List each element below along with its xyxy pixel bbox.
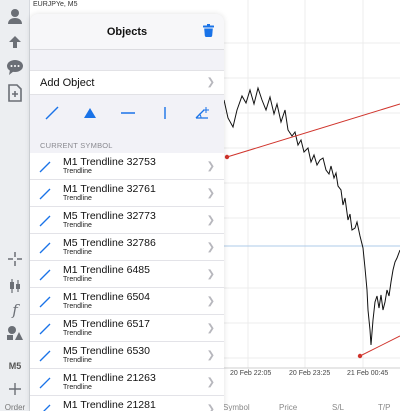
item-name: M1 Trendline 6485: [63, 264, 150, 276]
item-type: Trendline: [63, 330, 92, 337]
trendline-icon: [39, 350, 51, 362]
trade-icon[interactable]: [5, 32, 25, 52]
chevron-right-icon: ❯: [206, 188, 215, 199]
item-name: M1 Trendline 6504: [63, 291, 150, 303]
trendline-tool-icon[interactable]: [44, 105, 60, 121]
item-type: Trendline: [63, 249, 92, 256]
item-name: M5 Trendline 32773: [63, 210, 156, 222]
chat-icon[interactable]: [5, 57, 25, 77]
list-item[interactable]: M1 Trendline 6504 Trendline ❯: [30, 288, 224, 315]
order-label[interactable]: Order: [0, 403, 30, 411]
left-toolbar: f M5 Order: [0, 0, 30, 411]
column-header-price: Price: [279, 403, 298, 411]
timeframe-button[interactable]: M5: [0, 361, 30, 371]
objects-list: M1 Trendline 32753 Trendline ❯ M1 Trendl…: [30, 153, 224, 411]
column-header-symbol: Symbol: [223, 403, 250, 411]
list-item[interactable]: M5 Trendline 6517 Trendline ❯: [30, 315, 224, 342]
vertical-line-tool-icon[interactable]: [157, 105, 173, 121]
item-name: M1 Trendline 21281: [63, 399, 156, 411]
list-item[interactable]: M1 Trendline 21281 Trendline ❯: [30, 396, 224, 411]
item-name: M1 Trendline 21263: [63, 372, 156, 384]
angle-tool-icon[interactable]: [194, 105, 210, 121]
account-icon[interactable]: [5, 6, 25, 26]
objects-panel: Objects Add Object ❯ CURRENT SYMBOL M1 T…: [30, 14, 224, 411]
item-type: Trendline: [63, 168, 92, 175]
objects-icon[interactable]: [5, 323, 25, 343]
indicators-icon[interactable]: f: [5, 300, 25, 320]
trendline-icon: [39, 215, 51, 227]
item-name: M5 Trendline 6530: [63, 345, 150, 357]
time-label: 20 Feb 22:05: [230, 370, 272, 377]
item-name: M1 Trendline 32761: [63, 183, 156, 195]
list-item[interactable]: M5 Trendline 6530 Trendline ❯: [30, 342, 224, 369]
trendline-icon: [43, 404, 51, 411]
candlestick-icon[interactable]: [5, 276, 25, 296]
chart-symbol-label: EURJPYe, M5: [33, 1, 78, 8]
item-name: M5 Trendline 32786: [63, 237, 156, 249]
chevron-right-icon: ❯: [206, 404, 215, 411]
list-item[interactable]: M5 Trendline 32773 Trendline ❯: [30, 207, 224, 234]
drawing-tools: [30, 100, 224, 126]
item-name: M5 Trendline 6517: [63, 318, 150, 330]
shape-tool-icon[interactable]: [82, 105, 98, 121]
add-icon[interactable]: [5, 379, 25, 399]
trendline-icon: [39, 188, 51, 200]
column-header-sl: S/L: [332, 403, 345, 411]
crosshair-icon[interactable]: [5, 249, 25, 269]
list-item[interactable]: M1 Trendline 32761 Trendline ❯: [30, 180, 224, 207]
panel-title: Objects: [106, 26, 148, 38]
horizontal-line-tool-icon[interactable]: [120, 105, 136, 121]
chevron-right-icon: ❯: [206, 242, 215, 253]
item-type: Trendline: [63, 357, 92, 364]
chevron-right-icon: ❯: [206, 215, 215, 226]
trendline-icon: [39, 377, 51, 389]
list-item[interactable]: M5 Trendline 32786 Trendline ❯: [30, 234, 224, 261]
document-icon[interactable]: [5, 83, 25, 103]
add-object-label: Add Object: [40, 77, 95, 89]
time-label: 21 Feb 00:45: [347, 370, 389, 377]
time-label: 20 Feb 23:25: [289, 370, 331, 377]
item-type: Trendline: [63, 384, 92, 391]
chevron-right-icon: ❯: [206, 269, 215, 280]
chevron-right-icon: ❯: [206, 161, 215, 172]
trendline-icon: [39, 323, 51, 335]
trendline-icon: [39, 269, 51, 281]
chevron-right-icon: ❯: [206, 296, 215, 307]
chevron-right-icon: ❯: [206, 377, 215, 388]
trendline-icon: [39, 296, 51, 308]
trash-icon[interactable]: [203, 24, 214, 42]
item-type: Trendline: [63, 195, 92, 202]
trendline-icon: [39, 161, 51, 173]
list-item[interactable]: M1 Trendline 6485 Trendline ❯: [30, 261, 224, 288]
list-item[interactable]: M1 Trendline 32753 Trendline ❯: [30, 153, 224, 180]
item-name: M1 Trendline 32753: [63, 156, 156, 168]
add-object-button[interactable]: Add Object ❯: [30, 70, 224, 95]
panel-header: Objects: [30, 14, 224, 50]
item-type: Trendline: [63, 276, 92, 283]
chevron-right-icon: ❯: [206, 323, 215, 334]
chevron-right-icon: ❯: [206, 77, 215, 88]
item-type: Trendline: [63, 222, 92, 229]
column-header-tp: T/P: [378, 403, 391, 411]
chevron-right-icon: ❯: [206, 350, 215, 361]
trendline-icon: [39, 242, 51, 254]
item-type: Trendline: [63, 303, 92, 310]
section-label: CURRENT SYMBOL: [40, 141, 113, 150]
list-item[interactable]: M1 Trendline 21263 Trendline ❯: [30, 369, 224, 396]
